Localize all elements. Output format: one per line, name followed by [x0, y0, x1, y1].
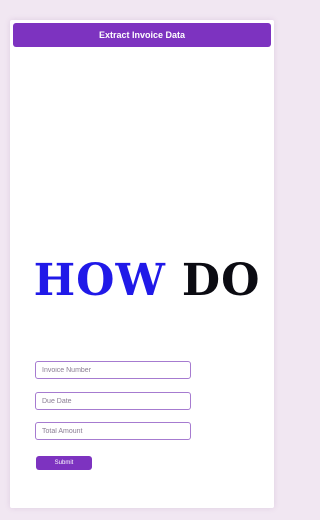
main-panel: Extract Invoice Data HOW DO Submit [10, 20, 274, 508]
submit-button[interactable]: Submit [36, 456, 92, 470]
overlay-word-do: DO [181, 254, 261, 306]
page-header: Extract Invoice Data [13, 23, 271, 47]
due-date-field[interactable] [35, 392, 191, 410]
overlay-caption: HOW DO [24, 252, 270, 308]
total-amount-field[interactable] [35, 422, 191, 440]
invoice-number-field[interactable] [35, 361, 191, 379]
overlay-word-how: HOW [33, 254, 166, 306]
